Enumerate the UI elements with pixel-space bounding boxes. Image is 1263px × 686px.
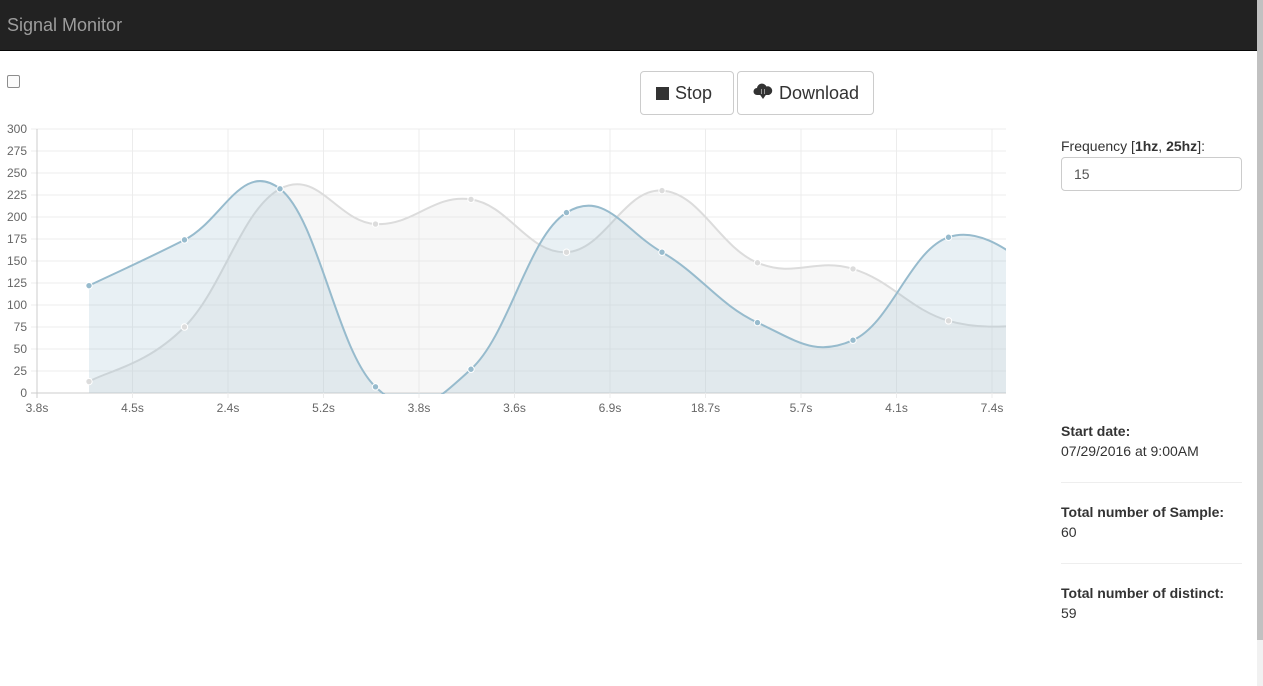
- y-tick-label: 175: [7, 232, 27, 246]
- signal-chart: 0 25 50 75 100 125 150 175 200 225 250 275 300 3.8s 4.…: [7, 122, 1006, 415]
- data-point: [85, 281, 93, 290]
- x-tick-label: 3.6s: [503, 401, 526, 415]
- data-point: [85, 377, 93, 386]
- x-tick-label: 4.1s: [885, 401, 908, 415]
- y-tick-label: 200: [7, 210, 27, 224]
- data-point: [371, 383, 380, 391]
- toggle-checkbox[interactable]: [7, 75, 20, 88]
- y-tick-label: 225: [7, 188, 27, 202]
- data-point: [467, 195, 475, 204]
- data-point: [658, 186, 666, 195]
- frequency-min: 1hz: [1134, 138, 1159, 154]
- app-title[interactable]: Signal Monitor: [7, 14, 122, 36]
- data-point: [849, 265, 857, 273]
- navbar: Signal Monitor: [0, 0, 1257, 51]
- x-tick-label: 4.5s: [121, 401, 144, 415]
- download-button[interactable]: Download: [737, 71, 874, 115]
- x-tick-label: 2.4s: [217, 401, 240, 415]
- data-point: [467, 365, 475, 373]
- data-point: [371, 220, 380, 228]
- cloud-download-icon: [753, 82, 773, 105]
- x-tick-label: 18.7s: [691, 401, 720, 415]
- data-point: [944, 317, 953, 325]
- y-tick-label: 50: [14, 342, 28, 356]
- frequency-max: 25hz: [1166, 138, 1198, 154]
- stop-icon: [656, 86, 669, 100]
- x-tick-label: 5.2s: [312, 401, 335, 415]
- data-point: [562, 208, 571, 217]
- y-tick-label: 250: [7, 166, 27, 180]
- stop-button[interactable]: Stop: [640, 71, 734, 115]
- samples-label: Total number of Sample:: [1061, 504, 1225, 520]
- data-point: [180, 323, 189, 331]
- distinct-label: Total number of distinct:: [1061, 585, 1225, 601]
- data-point: [753, 259, 762, 267]
- y-tick-label: 150: [7, 254, 27, 268]
- data-point: [849, 336, 857, 344]
- frequency-label-prefix: Frequency [: [1061, 138, 1135, 154]
- data-point: [753, 318, 762, 327]
- y-tick-label: 75: [14, 320, 28, 334]
- x-tick-label: 6.9s: [599, 401, 622, 415]
- x-tick-label: 7.4s: [981, 401, 1004, 415]
- data-point: [944, 233, 953, 241]
- x-tick-label: 3.8s: [26, 401, 49, 415]
- frequency-input[interactable]: 15: [1061, 157, 1242, 191]
- y-tick-label: 25: [14, 364, 28, 378]
- start-date-label: Start date:: [1061, 423, 1131, 439]
- y-tick-label: 0: [20, 386, 27, 400]
- divider: [1061, 563, 1242, 564]
- samples-block: Total number of Sample: 60: [1061, 504, 1242, 540]
- start-date-block: Start date: 07/29/2016 at 9:00AM: [1061, 423, 1242, 459]
- page-scrollbar[interactable]: [1257, 0, 1263, 686]
- data-point: [658, 248, 666, 256]
- data-point: [276, 185, 284, 193]
- samples-value: 60: [1061, 524, 1077, 540]
- data-point: [180, 236, 189, 244]
- stop-button-label: Stop: [675, 82, 713, 103]
- x-tick-label: 3.8s: [408, 401, 431, 415]
- distinct-block: Total number of distinct: 59: [1061, 585, 1242, 621]
- y-tick-label: 300: [7, 122, 27, 136]
- y-tick-label: 275: [7, 144, 27, 158]
- y-tick-label: 125: [7, 276, 27, 290]
- download-button-label: Download: [779, 82, 860, 103]
- start-date-value: 07/29/2016 at 9:00AM: [1061, 443, 1199, 459]
- divider: [1061, 482, 1242, 483]
- y-tick-label: 100: [7, 298, 27, 312]
- frequency-label-suffix: ]:: [1197, 138, 1205, 154]
- data-point: [562, 248, 571, 256]
- frequency-label: Frequency [1hz, 25hz]:: [1061, 138, 1242, 154]
- distinct-value: 59: [1061, 605, 1077, 621]
- scrollbar-thumb[interactable]: [1257, 0, 1263, 640]
- x-tick-label: 5.7s: [790, 401, 813, 415]
- frequency-separator: ,: [1158, 138, 1167, 154]
